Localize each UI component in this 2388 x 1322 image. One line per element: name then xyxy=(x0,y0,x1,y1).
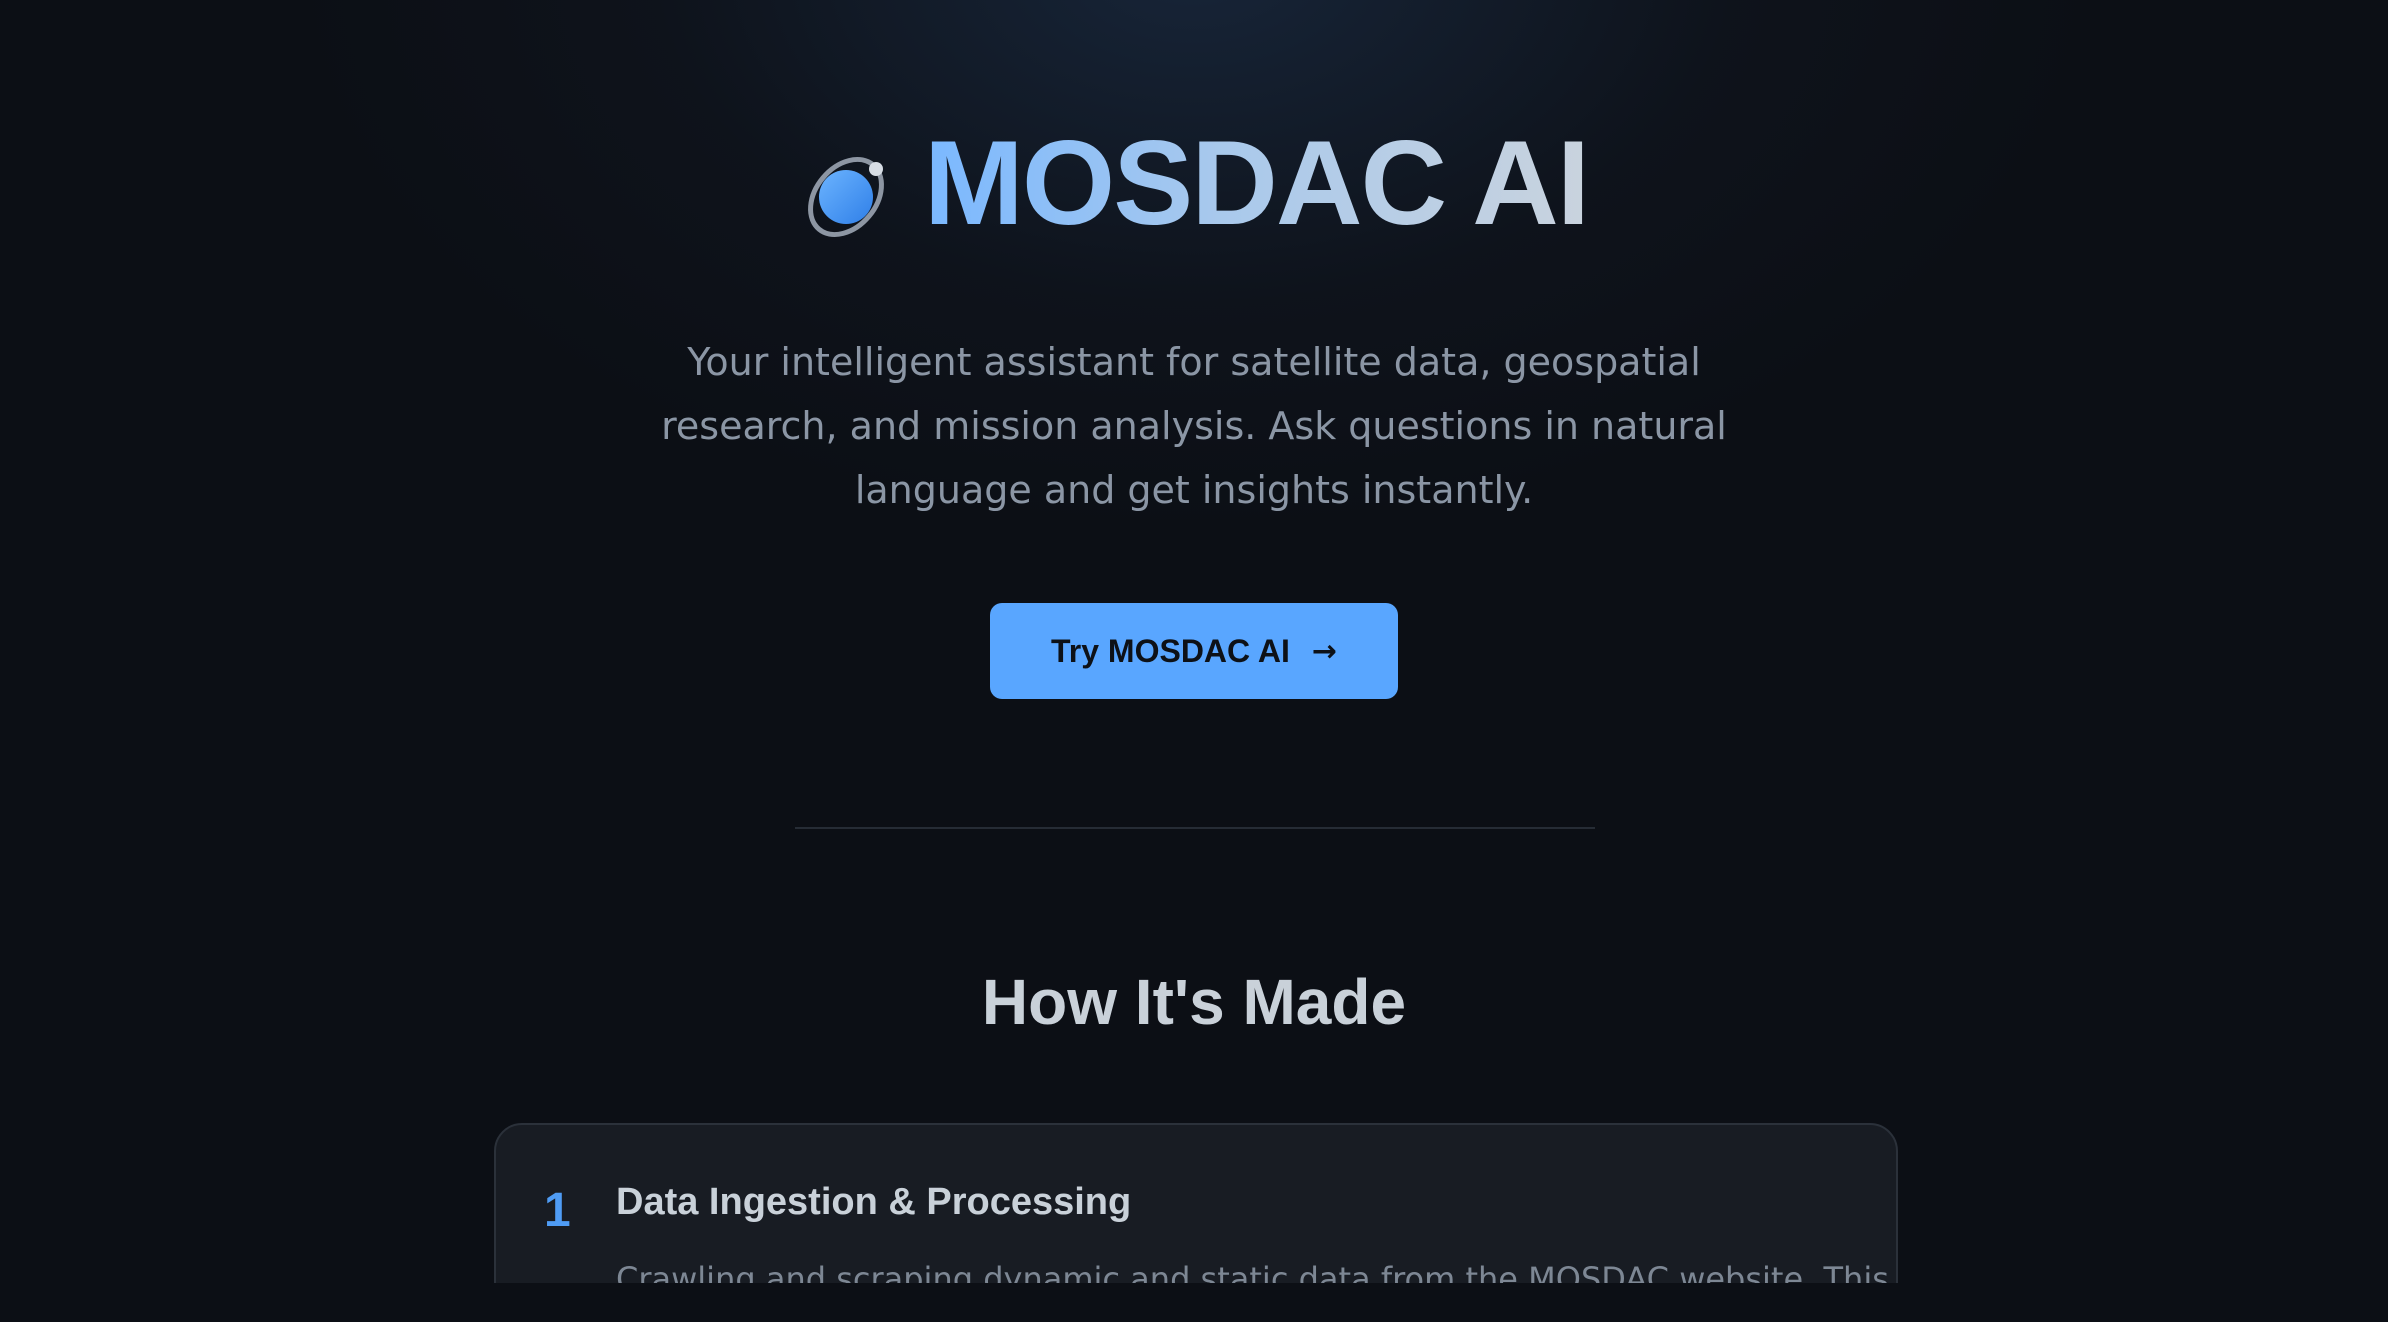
cta-label: Try MOSDAC AI xyxy=(1051,632,1290,669)
arrow-right-icon: → xyxy=(1311,633,1337,669)
hero-heading: MOSDAC AI xyxy=(0,108,2388,258)
satellite-orbit-icon xyxy=(807,156,884,238)
try-mosdac-ai-button[interactable]: Try MOSDAC AI → xyxy=(990,603,1398,699)
landing-page: MOSDAC AI Your intelligent assistant for… xyxy=(0,0,2388,1322)
hero-subtitle: Your intelligent assistant for satellite… xyxy=(661,340,1727,512)
viewport-bottom-edge xyxy=(0,1283,2388,1322)
section-title: How It's Made xyxy=(981,966,1407,1038)
step-title: Data Ingestion & Processing xyxy=(616,1181,1132,1223)
app-title: MOSDAC AI xyxy=(923,116,1590,250)
section-divider xyxy=(795,827,1595,829)
step-number: 1 xyxy=(544,1184,571,1237)
